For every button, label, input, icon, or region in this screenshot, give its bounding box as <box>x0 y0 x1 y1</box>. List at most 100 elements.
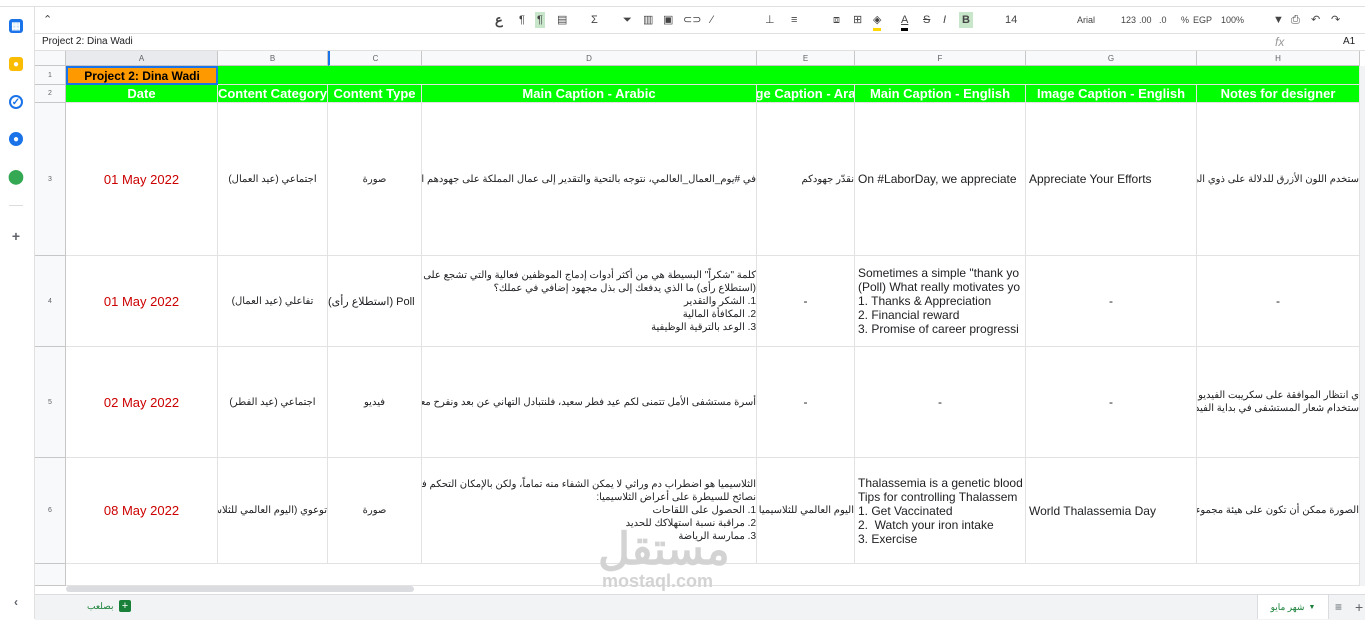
filter-icon[interactable]: ⏷ <box>623 12 632 28</box>
row4-image-caption-english[interactable]: - <box>1026 256 1197 347</box>
zoom-select[interactable]: 100% <box>1221 12 1244 28</box>
chart-icon[interactable]: ▥ <box>643 12 653 28</box>
header-content-type[interactable]: Content Type <box>328 85 422 103</box>
row5-date[interactable]: 02 May 2022 <box>66 347 218 458</box>
row5-main-caption-arabic[interactable]: أسرة مستشفى الأمل تتمنى لكم عيد فطر سعيد… <box>422 347 757 458</box>
row6-notes[interactable]: الصورة ممكن أن تكون على هيئة مجموء <box>1197 458 1360 564</box>
maps-icon[interactable]: ⬤ <box>8 168 24 184</box>
row-header-5[interactable]: 5 <box>35 347 66 458</box>
percent-button[interactable]: % <box>1181 12 1189 28</box>
title-cell[interactable]: Project 2: Dina Wadi <box>66 66 218 85</box>
row-header-6[interactable]: 6 <box>35 458 66 564</box>
font-family-select[interactable]: Arial <box>1077 12 1095 28</box>
formula-content[interactable]: Project 2: Dina Wadi <box>42 34 133 50</box>
rtl-icon[interactable]: ¶ <box>519 12 525 28</box>
vertical-scrollbar[interactable] <box>1360 66 1365 586</box>
header-image-caption-english[interactable]: Image Caption - English <box>1026 85 1197 103</box>
merge-icon[interactable]: ⧈ <box>833 12 840 28</box>
header-main-caption-arabic[interactable]: Main Caption - Arabic <box>422 85 757 103</box>
row6-main-caption-english[interactable]: Thalassemia is a genetic blood Tips for … <box>855 458 1026 564</box>
text-color-button[interactable]: A <box>901 12 909 31</box>
row3-image-caption-english[interactable]: Appreciate Your Efforts <box>1026 103 1197 256</box>
row4-image-caption-arabic[interactable]: - <box>757 256 855 347</box>
row4-notes[interactable]: - <box>1197 256 1360 347</box>
row3-image-caption-arabic[interactable]: نقدّر جهودكم <box>757 103 855 256</box>
row-header-3[interactable]: 3 <box>35 103 66 256</box>
header-content-category[interactable]: Content Category <box>218 85 328 103</box>
menu-icon[interactable]: ≡ <box>1335 600 1342 614</box>
italic-icon[interactable]: I <box>943 12 946 28</box>
row3-main-caption-arabic[interactable]: في #يوم_العمال_العالمي، نتوجه بالتحية وا… <box>422 103 757 256</box>
column-header-a[interactable]: A <box>66 51 218 66</box>
row4-main-caption-english[interactable]: Sometimes a simple "thank yo (Poll) What… <box>855 256 1026 347</box>
currency-button[interactable]: EGP <box>1193 12 1212 28</box>
ltr-icon[interactable]: ¶ <box>535 12 545 28</box>
increase-decimal-button[interactable]: .00 <box>1139 12 1152 28</box>
column-header-e[interactable]: E <box>757 51 855 66</box>
header-notes-for-designer[interactable]: Notes for designer <box>1197 85 1360 103</box>
contacts-icon[interactable]: ● <box>9 132 23 146</box>
fill-color-icon[interactable]: ◈ <box>873 12 882 31</box>
font-size-select[interactable]: 14 <box>1005 12 1017 28</box>
row3-type[interactable]: صورة <box>328 103 422 256</box>
row5-main-caption-english[interactable]: - <box>855 347 1026 458</box>
row5-category[interactable]: اجتماعي (عيد الفطر) <box>218 347 328 458</box>
row5-notes[interactable]: ي انتظار الموافقة على سكريبت الفيديو ستخ… <box>1197 347 1360 458</box>
tasks-icon[interactable]: ✓ <box>9 95 23 109</box>
horizontal-scrollbar[interactable] <box>66 586 414 592</box>
functions-icon[interactable]: Σ <box>591 12 598 28</box>
print-icon[interactable]: ⎙ <box>1291 12 1300 28</box>
column-header-h[interactable]: H <box>1197 51 1360 66</box>
column-header-c[interactable]: C <box>328 51 422 66</box>
row5-image-caption-arabic[interactable]: - <box>757 347 855 458</box>
decrease-decimal-button[interactable]: .0 <box>1159 12 1167 28</box>
row-header-4[interactable]: 4 <box>35 256 66 347</box>
name-box[interactable]: A1 <box>1343 34 1355 50</box>
keep-icon[interactable]: ● <box>9 57 23 71</box>
row4-type[interactable]: Poll (استطلاع رأى) <box>328 256 422 347</box>
vertical-align-icon[interactable]: ⊥ <box>765 12 775 28</box>
select-all-corner[interactable] <box>35 51 66 66</box>
row6-image-caption-english[interactable]: World Thalassemia Day <box>1026 458 1197 564</box>
active-sheet-tab[interactable]: شهر مايو ▼ <box>1257 595 1329 619</box>
strikethrough-button[interactable]: S <box>923 12 930 28</box>
chevron-up-icon[interactable]: ⌃ <box>43 12 52 28</box>
add-sheet-icon[interactable]: + <box>1355 599 1363 615</box>
redo-icon[interactable]: ↷ <box>1331 12 1340 28</box>
row1-green-band[interactable] <box>218 66 1360 85</box>
bold-button[interactable]: B <box>959 12 973 28</box>
collapse-panel-icon[interactable]: ‹ <box>9 595 23 609</box>
header-main-caption-english[interactable]: Main Caption - English <box>855 85 1026 103</box>
row-header-2[interactable]: 2 <box>35 85 66 103</box>
borders-icon[interactable]: ⊞ <box>853 12 862 28</box>
arabic-input-tool[interactable]: ع <box>495 12 503 28</box>
column-header-d[interactable]: D <box>422 51 757 66</box>
column-header-g[interactable]: G <box>1026 51 1197 66</box>
plus-icon[interactable]: + <box>119 600 131 612</box>
row-header-1[interactable]: 1 <box>35 66 66 85</box>
row6-category[interactable]: توعوي (اليوم العالمي للثلاسيميا <box>218 458 328 564</box>
header-image-caption-arabic[interactable]: ge Caption - Ara <box>757 85 855 103</box>
paint-format-icon[interactable]: ▼ <box>1273 12 1284 28</box>
row5-image-caption-english[interactable]: - <box>1026 347 1197 458</box>
row5-type[interactable]: فيديو <box>328 347 422 458</box>
column-header-b[interactable]: B <box>218 51 328 66</box>
number-format-button[interactable]: 123 <box>1121 12 1136 28</box>
row3-date[interactable]: 01 May 2022 <box>66 103 218 256</box>
other-sheet-tab[interactable]: بصلعب <box>87 601 113 612</box>
comment-icon[interactable]: ▣ <box>663 12 673 28</box>
row3-category[interactable]: اجتماعي (عيد العمال) <box>218 103 328 256</box>
text-rotation-icon[interactable]: ⁄ <box>711 12 713 28</box>
link-icon[interactable]: ⊂⊃ <box>683 12 701 28</box>
wrap-icon[interactable]: ▤ <box>557 12 567 28</box>
row3-notes[interactable]: ستخدم اللون الأزرق للدلالة على ذوي الي <box>1197 103 1360 256</box>
row6-image-caption-arabic[interactable]: اليوم العالمي للثلاسيميا <box>757 458 855 564</box>
undo-icon[interactable]: ↶ <box>1311 12 1320 28</box>
row4-date[interactable]: 01 May 2022 <box>66 256 218 347</box>
row3-main-caption-english[interactable]: On #LaborDay, we appreciate <box>855 103 1026 256</box>
row4-category[interactable]: تفاعلي (عيد العمال) <box>218 256 328 347</box>
column-header-f[interactable]: F <box>855 51 1026 66</box>
calendar-icon[interactable]: ▦ <box>9 19 23 33</box>
row6-date[interactable]: 08 May 2022 <box>66 458 218 564</box>
row6-type[interactable]: صورة <box>328 458 422 564</box>
